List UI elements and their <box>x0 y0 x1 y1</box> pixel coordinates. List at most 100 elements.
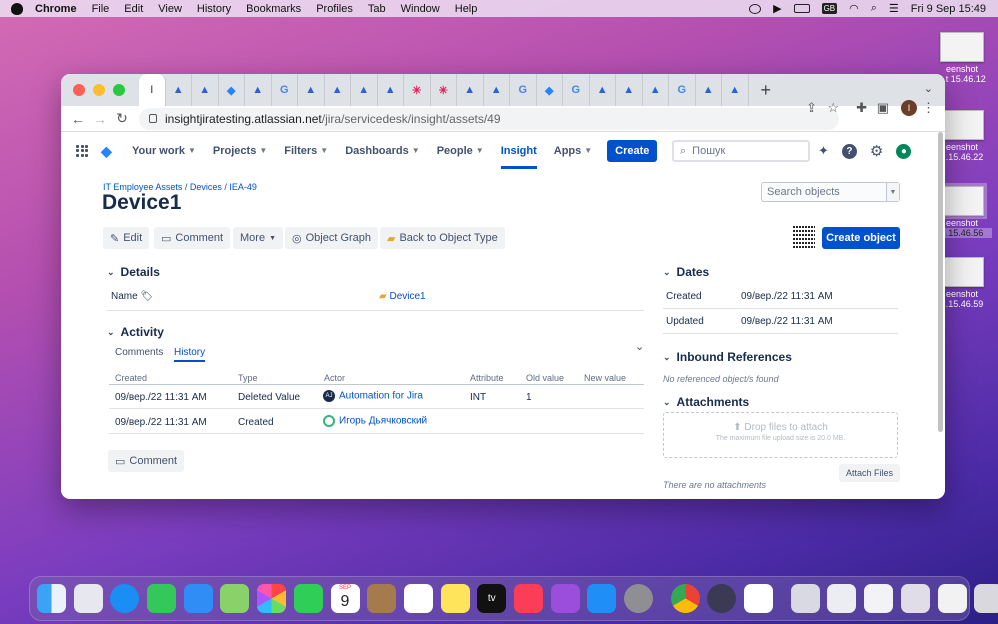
browser-tab[interactable]: ▲ <box>325 74 351 106</box>
nav-people[interactable]: People ▼ <box>437 145 484 157</box>
nav-your-work[interactable]: Your work ▼ <box>132 145 196 157</box>
trash-icon[interactable] <box>974 584 998 613</box>
attach-files-button[interactable]: Attach Files <box>839 464 901 482</box>
clock[interactable]: Fri 9 Sep 15:49 <box>911 3 986 15</box>
actor-name-link[interactable]: Automation for Jira <box>339 391 423 402</box>
back-to-object-type-button[interactable]: ▰ Back to Object Type <box>380 227 505 249</box>
messages-icon[interactable] <box>147 584 177 613</box>
photos-icon[interactable] <box>257 584 287 613</box>
object-graph-button[interactable]: ◎ Object Graph <box>285 227 379 249</box>
create-button[interactable]: Create <box>607 139 658 162</box>
input-source-badge[interactable]: GB <box>821 3 838 14</box>
page-scrollbar[interactable] <box>938 132 943 432</box>
dates-section-header[interactable]: ⌄ Dates <box>663 265 709 279</box>
browser-tab[interactable]: ▲ <box>378 74 404 106</box>
recent-window-thumbnail[interactable] <box>827 584 857 613</box>
menu-history[interactable]: History <box>197 3 231 15</box>
browser-tab[interactable]: G <box>563 74 590 106</box>
nav-dashboards[interactable]: Dashboards ▼ <box>345 145 420 157</box>
browser-tab[interactable]: ▲ <box>351 74 378 106</box>
browser-tab[interactable]: ▲ <box>643 74 669 106</box>
profile-avatar[interactable]: I <box>901 100 917 116</box>
file-drop-zone[interactable]: ⬆ Drop files to attach The maximum file … <box>663 412 898 458</box>
new-tab-button[interactable]: + <box>761 80 772 101</box>
minimize-window-icon[interactable] <box>93 84 105 96</box>
mail-icon[interactable] <box>183 584 213 613</box>
notes-icon[interactable] <box>440 584 470 613</box>
settings-gear-icon[interactable]: ⚙ <box>870 142 883 160</box>
facetime-icon[interactable] <box>293 584 323 613</box>
browser-tab[interactable]: G <box>669 74 696 106</box>
chevron-down-icon[interactable]: ⌄ <box>635 340 644 353</box>
zoom-window-icon[interactable] <box>113 84 125 96</box>
object-search-input[interactable]: Search objects ▼ <box>761 182 900 202</box>
attachments-section-header[interactable]: ⌄ Attachments <box>663 395 749 409</box>
menu-tab[interactable]: Tab <box>368 3 386 15</box>
nav-insight[interactable]: Insight <box>500 145 537 169</box>
address-bar[interactable]: insightjiratesting.atlassian.net/jira/se… <box>139 107 839 130</box>
nav-apps[interactable]: Apps ▼ <box>554 145 592 157</box>
notifications-icon[interactable]: ✦ <box>818 143 829 159</box>
safari-icon[interactable] <box>110 584 140 613</box>
browser-tab[interactable]: ◆ <box>219 74 245 106</box>
browser-tab[interactable]: ▲ <box>245 74 272 106</box>
name-value-link[interactable]: Device1 <box>389 291 425 302</box>
browser-tab[interactable]: ▲ <box>298 74 325 106</box>
control-center-icon[interactable]: ☰ <box>889 2 899 15</box>
tab-comments[interactable]: Comments <box>115 347 163 358</box>
apple-icon[interactable] <box>11 2 23 15</box>
recent-window-thumbnail[interactable] <box>790 584 820 613</box>
maps-icon[interactable] <box>220 584 250 613</box>
menu-window[interactable]: Window <box>401 3 440 15</box>
chrome-icon[interactable] <box>670 584 700 613</box>
history-actor[interactable]: AJ Automation for Jira <box>323 390 423 402</box>
help-icon[interactable]: ? <box>841 143 857 159</box>
chevron-down-icon[interactable]: ▼ <box>886 183 899 201</box>
spotlight-search-icon[interactable]: ⌕ <box>871 2 877 15</box>
menu-bookmarks[interactable]: Bookmarks <box>246 3 301 15</box>
breadcrumb-key[interactable]: IEA-49 <box>229 182 257 192</box>
create-object-button[interactable]: Create object <box>822 227 900 249</box>
comment-action-button[interactable]: ▭ Comment <box>154 227 231 249</box>
slack-icon[interactable] <box>744 584 774 613</box>
reload-icon[interactable]: ↻ <box>111 110 133 127</box>
chrome-menu-icon[interactable]: ⋮ <box>922 100 935 116</box>
menu-edit[interactable]: Edit <box>124 3 143 15</box>
app-switcher-icon[interactable] <box>76 144 88 157</box>
history-actor[interactable]: Игорь Дьячковский <box>323 415 427 427</box>
column-header-type[interactable]: Type <box>238 373 258 383</box>
browser-tab[interactable]: ▲ <box>166 74 192 106</box>
calendar-icon[interactable]: SEP 9 <box>330 584 360 613</box>
actor-name-link[interactable]: Игорь Дьячковский <box>339 416 427 427</box>
browser-tab[interactable]: ✳ <box>431 74 457 106</box>
back-icon[interactable]: ← <box>67 111 89 127</box>
menu-file[interactable]: File <box>92 3 110 15</box>
browser-tab-active[interactable]: I <box>139 74 166 106</box>
column-header-attribute[interactable]: Attribute <box>470 373 504 383</box>
breadcrumb-type[interactable]: Devices <box>190 182 222 192</box>
more-button[interactable]: More ▼ <box>233 227 283 249</box>
wifi-icon[interactable]: ◠ <box>849 2 859 15</box>
nav-projects[interactable]: Projects ▼ <box>213 145 267 157</box>
edit-button[interactable]: ✎ Edit <box>103 227 150 249</box>
side-panel-icon[interactable]: ▣ <box>877 100 889 116</box>
browser-tab[interactable]: ✳ <box>404 74 431 106</box>
recent-window-thumbnail[interactable] <box>900 584 930 613</box>
screen-time-icon[interactable] <box>749 3 762 14</box>
system-preferences-icon[interactable] <box>624 584 653 613</box>
tab-history[interactable]: History <box>174 347 206 362</box>
browser-tab[interactable]: ▲ <box>616 74 643 106</box>
browser-tab[interactable]: ▲ <box>484 74 510 106</box>
column-header-actor[interactable]: Actor <box>324 373 345 383</box>
activity-section-header[interactable]: ⌄ Activity <box>107 325 164 339</box>
user-avatar[interactable]: ● <box>896 143 912 159</box>
quicktime-icon[interactable] <box>707 584 737 613</box>
nav-filters[interactable]: Filters ▼ <box>284 145 328 157</box>
browser-tab[interactable]: ▲ <box>457 74 484 106</box>
browser-tab[interactable]: ◆ <box>537 74 563 106</box>
browser-tab[interactable]: ▲ <box>192 74 219 106</box>
attribute-name-value[interactable]: ▰ Device1 <box>379 291 426 302</box>
inbound-references-section-header[interactable]: ⌄ Inbound References <box>663 350 792 364</box>
menu-profiles[interactable]: Profiles <box>316 3 353 15</box>
launchpad-icon[interactable] <box>73 584 103 613</box>
